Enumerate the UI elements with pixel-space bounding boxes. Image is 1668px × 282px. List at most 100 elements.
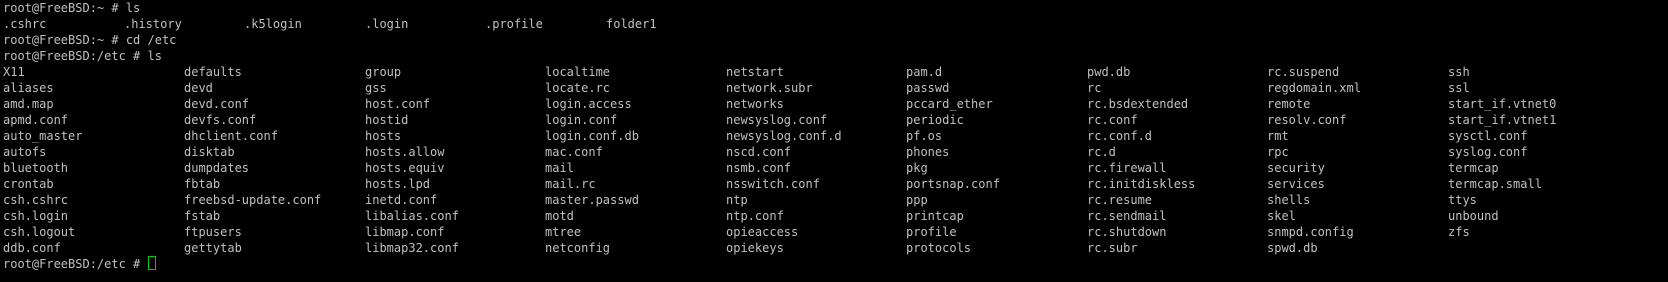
file-entry: periodic	[906, 113, 964, 127]
file-entry: rc.bsdextended	[1087, 97, 1189, 111]
file-entry: ssh	[1448, 65, 1470, 79]
terminal-line: csh.cshrc freebsd-update.conf inetd.conf ma…	[3, 192, 1668, 208]
file-entry: csh.login	[3, 209, 69, 223]
file-entry: gss	[365, 81, 387, 95]
terminal-line: root@FreeBSD:~ # ls	[3, 0, 1668, 16]
file-entry: bluetooth	[3, 161, 69, 175]
file-entry: ttys	[1448, 193, 1477, 207]
file-entry: localtime	[545, 65, 611, 79]
file-entry: network.subr	[726, 81, 813, 95]
file-entry: csh.logout	[3, 225, 76, 239]
file-entry: newsyslog.conf	[726, 113, 828, 127]
file-entry: ddb.conf	[3, 241, 61, 255]
file-entry: start_if.vtnet0	[1448, 97, 1557, 111]
text-cursor[interactable]	[147, 256, 156, 270]
file-entry: login.conf.db	[545, 129, 639, 143]
command-prompt-line: root@FreeBSD:~ # ls	[3, 1, 141, 15]
file-entry: pccard_ether	[906, 97, 993, 111]
file-entry: zfs	[1448, 225, 1470, 239]
terminal-line: bluetooth dumpdates hosts.equiv mail nsmb.co…	[3, 160, 1668, 176]
file-entry: sysctl.conf	[1448, 129, 1528, 143]
file-entry: .history	[124, 17, 182, 31]
file-entry: resolv.conf	[1267, 113, 1347, 127]
file-entry: nsmb.conf	[726, 161, 792, 175]
file-entry: ntp	[726, 193, 748, 207]
file-entry: csh.cshrc	[3, 193, 69, 207]
file-entry: mail	[545, 161, 574, 175]
file-entry: X11	[3, 65, 25, 79]
terminal-line: auto_master dhclient.conf hosts login.conf.…	[3, 128, 1668, 144]
terminal-line: .cshrc .history .k5login .login .profile fold…	[3, 16, 1668, 32]
file-entry: remote	[1267, 97, 1311, 111]
file-entry: hostid	[365, 113, 409, 127]
file-entry: crontab	[3, 177, 54, 191]
file-entry: rc.sendmail	[1087, 209, 1167, 223]
file-entry: rc.d	[1087, 145, 1116, 159]
file-entry: protocols	[906, 241, 972, 255]
file-entry: hosts.allow	[365, 145, 445, 159]
file-entry: syslog.conf	[1448, 145, 1528, 159]
file-entry: netstart	[726, 65, 784, 79]
terminal-line: csh.logout ftpusers libmap.conf mtree opieac…	[3, 224, 1668, 240]
file-entry: termcap.small	[1448, 177, 1542, 191]
file-entry: libmap.conf	[365, 225, 445, 239]
file-entry: snmpd.config	[1267, 225, 1354, 239]
file-entry: fstab	[184, 209, 221, 223]
file-entry: host.conf	[365, 97, 431, 111]
file-entry: devd.conf	[184, 97, 250, 111]
terminal-window[interactable]: root@FreeBSD:~ # ls .cshrc .history .k5logi…	[0, 0, 1668, 282]
file-entry: ntp.conf	[726, 209, 784, 223]
file-entry: freebsd-update.conf	[184, 193, 322, 207]
file-entry: regdomain.xml	[1267, 81, 1361, 95]
file-entry: gettytab	[184, 241, 242, 255]
file-entry: newsyslog.conf.d	[726, 129, 842, 143]
file-entry: spwd.db	[1267, 241, 1318, 255]
file-entry: libalias.conf	[365, 209, 459, 223]
file-entry: aliases	[3, 81, 54, 95]
file-entry: netconfig	[545, 241, 611, 255]
file-entry: rc.shutdown	[1087, 225, 1167, 239]
file-entry: login.access	[545, 97, 632, 111]
file-entry: rc.subr	[1087, 241, 1138, 255]
terminal-line: root@FreeBSD:~ # cd /etc	[3, 32, 1668, 48]
file-entry: security	[1267, 161, 1325, 175]
terminal-line: autofs disktab hosts.allow mac.conf nscd.con…	[3, 144, 1668, 160]
file-entry: profile	[906, 225, 957, 239]
file-entry: rc.suspend	[1267, 65, 1340, 79]
file-entry: shells	[1267, 193, 1311, 207]
file-entry: hosts.lpd	[365, 177, 431, 191]
file-entry: passwd	[906, 81, 950, 95]
terminal-line: root@FreeBSD:/etc #	[3, 256, 1668, 272]
file-entry: rc.conf	[1087, 113, 1138, 127]
file-entry: hosts	[365, 129, 402, 143]
terminal-line: apmd.conf devfs.conf hostid login.conf newsy…	[3, 112, 1668, 128]
file-entry: defaults	[184, 65, 242, 79]
file-entry: disktab	[184, 145, 235, 159]
file-entry: devd	[184, 81, 213, 95]
file-entry: hosts.equiv	[365, 161, 445, 175]
file-entry: mail.rc	[545, 177, 596, 191]
file-entry: unbound	[1448, 209, 1499, 223]
command-prompt-line: root@FreeBSD:~ # cd /etc	[3, 33, 177, 47]
file-entry: mac.conf	[545, 145, 603, 159]
terminal-line: crontab fbtab hosts.lpd mail.rc nsswitch.con…	[3, 176, 1668, 192]
file-entry: rc.conf.d	[1087, 129, 1153, 143]
terminal-line: ddb.conf gettytab libmap32.conf netconfig op…	[3, 240, 1668, 256]
file-entry: ppp	[906, 193, 928, 207]
file-entry: printcap	[906, 209, 964, 223]
file-entry: networks	[726, 97, 784, 111]
file-entry: apmd.conf	[3, 113, 69, 127]
active-prompt: root@FreeBSD:/etc #	[3, 257, 148, 271]
file-entry: .cshrc	[3, 17, 47, 31]
file-entry: nsswitch.conf	[726, 177, 820, 191]
file-entry: rpc	[1267, 145, 1289, 159]
file-entry: group	[365, 65, 402, 79]
file-entry: rmt	[1267, 129, 1289, 143]
file-entry: devfs.conf	[184, 113, 257, 127]
terminal-line: X11 defaults group localtime netstart pam.d pw…	[3, 64, 1668, 80]
file-entry: rc.firewall	[1087, 161, 1167, 175]
file-entry: portsnap.conf	[906, 177, 1000, 191]
file-entry: skel	[1267, 209, 1296, 223]
file-entry: pf.os	[906, 129, 943, 143]
file-entry: start_if.vtnet1	[1448, 113, 1557, 127]
